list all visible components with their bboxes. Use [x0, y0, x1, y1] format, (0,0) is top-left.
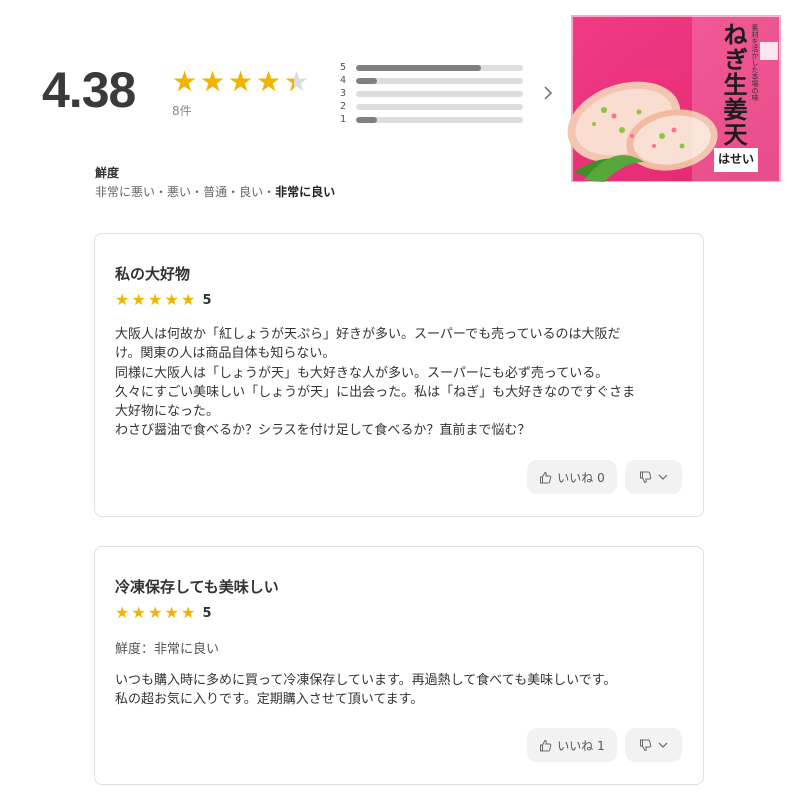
distribution-bar-fill	[356, 77, 377, 84]
review-body-line: 同様に大阪人は「しょうが天」も大好きな人が多い。スーパーにも必ず売っている。	[115, 365, 609, 381]
review-freshness: 鮮度：非常に良い	[115, 642, 220, 657]
freshness-separator: ・	[191, 185, 204, 199]
review-rating: 5	[202, 292, 212, 308]
distribution-bar	[356, 90, 523, 97]
freshness-separator: ・	[263, 185, 276, 199]
rating-distribution[interactable]: 5 4 3 2 1	[340, 61, 530, 126]
average-rating: 4.38	[42, 62, 136, 118]
distribution-row[interactable]: 3	[340, 87, 530, 100]
star-icon: ★	[115, 290, 130, 309]
product-name: ねぎ生姜天	[719, 22, 748, 147]
review-body: 大阪人は何故か「紅しょうが天ぷら」好きが多い。スーパーでも売っているのは大阪だ …	[115, 325, 685, 441]
star-icon: ★	[115, 603, 130, 622]
distribution-label: 3	[340, 88, 347, 99]
star-icon: ★	[164, 290, 179, 309]
review-body-line: 大好物になった。	[115, 404, 220, 420]
product-tagline: 素材を活かした本場の味	[751, 24, 759, 101]
star-fill: ★	[228, 68, 254, 96]
distribution-bar-fill	[356, 116, 377, 123]
review-stars: ★ ★ ★ ★ ★ 5	[115, 291, 212, 309]
distribution-bar-fill	[356, 64, 482, 71]
product-brand: はせい	[717, 152, 754, 166]
like-button[interactable]: いいね 0	[527, 460, 617, 494]
distribution-label: 2	[340, 101, 347, 112]
distribution-bar	[356, 103, 523, 110]
freshness-heading: 鮮度	[95, 166, 120, 180]
star-icon: ★	[181, 290, 196, 309]
star-icon: ★	[164, 603, 179, 622]
distribution-row[interactable]: 5	[340, 61, 530, 74]
freshness-separator: ・	[227, 185, 240, 199]
like-button[interactable]: いいね 1	[527, 728, 617, 762]
distribution-bar	[356, 77, 523, 84]
dislike-button[interactable]	[625, 460, 682, 494]
distribution-row[interactable]: 2	[340, 100, 530, 113]
chevron-down-icon	[658, 474, 668, 480]
distribution-row[interactable]: 1	[340, 113, 530, 126]
freshness-option: 普通	[203, 185, 228, 199]
review-count: 8件	[172, 104, 192, 118]
distribution-label: 4	[340, 75, 347, 86]
like-count: いいね 0	[557, 470, 605, 485]
review-body-line: け。関東の人は商品自体も知らない。	[115, 346, 336, 362]
distribution-label: 1	[340, 114, 347, 125]
distribution-label: 5	[340, 62, 347, 73]
star-icon: ★	[181, 603, 196, 622]
review-stars: ★ ★ ★ ★ ★ 5	[115, 604, 212, 622]
thumbs-up-icon	[540, 739, 552, 751]
star-icon: ★	[131, 603, 146, 622]
review-body: いつも購入時に多めに買って冷凍保存しています。再過熱して食べても美味しいです。 …	[115, 671, 685, 710]
thumbs-up-icon	[540, 471, 552, 483]
freshness-option: 良い	[239, 185, 264, 199]
thumbs-down-icon	[640, 471, 652, 483]
chevron-right-icon[interactable]	[541, 84, 555, 102]
freshness-separator: ・	[155, 185, 168, 199]
distribution-bar	[356, 64, 523, 71]
star-icon: ★★	[228, 65, 254, 98]
star-fill: ★	[200, 68, 226, 96]
freshness-option: 悪い	[167, 185, 192, 199]
distribution-row[interactable]: 4	[340, 74, 530, 87]
review-card: 私の大好物 ★ ★ ★ ★ ★ 5 大阪人は何故か「紅しょうが天ぷら」好きが多い。スーパ…	[94, 233, 704, 517]
dislike-button[interactable]	[625, 728, 682, 762]
star-fill: ★	[172, 68, 198, 96]
review-title: 私の大好物	[115, 265, 191, 283]
freshness-option: 非常に悪い	[95, 185, 156, 199]
review-card: 冷凍保存しても美味しい ★ ★ ★ ★ ★ 5 鮮度：非常に良い いつも購入時に多めに買…	[94, 546, 704, 785]
review-title: 冷凍保存しても美味しい	[115, 578, 279, 596]
star-icon: ★	[131, 290, 146, 309]
star-icon: ★★	[256, 65, 282, 98]
distribution-bar	[356, 116, 523, 123]
star-fill: ★	[284, 68, 294, 96]
product-image[interactable]: ねぎ生姜天 素材を活かした本場の味 はせい	[564, 12, 786, 182]
star-icon: ★★	[284, 65, 310, 98]
freshness-selected: 非常に良い	[275, 185, 336, 199]
star-fill: ★	[256, 68, 282, 96]
star-icon: ★★	[172, 65, 198, 98]
review-rating: 5	[202, 605, 212, 621]
review-body-line: わさび醤油で食べるか？シラスを付け足して食べるか？直前まで悩む？	[115, 423, 531, 439]
review-body-line: 大阪人は何故か「紅しょうが天ぷら」好きが多い。スーパーでも売っているのは大阪だ	[115, 327, 621, 342]
thumbs-down-icon	[640, 739, 652, 751]
like-count: いいね 1	[557, 738, 605, 753]
average-stars: ★★★★★★★★★★	[172, 68, 312, 98]
chevron-down-icon	[658, 742, 668, 748]
star-icon: ★★	[200, 65, 226, 98]
star-icon: ★	[148, 290, 163, 309]
freshness-scale: 非常に悪い・悪い・普通・良い・非常に良い	[95, 183, 335, 200]
star-icon: ★	[148, 603, 163, 622]
review-body-line: 久々にすごい美味しい「しょうが天」に出会った。私は「ねぎ」も大好きなのですぐさま	[115, 384, 636, 400]
review-body-line: いつも購入時に多めに買って冷凍保存しています。再過熱して食べても美味しいです。	[115, 673, 617, 688]
review-body-line: 私の超お気に入りです。定期購入させて頂いてます。	[115, 692, 424, 708]
